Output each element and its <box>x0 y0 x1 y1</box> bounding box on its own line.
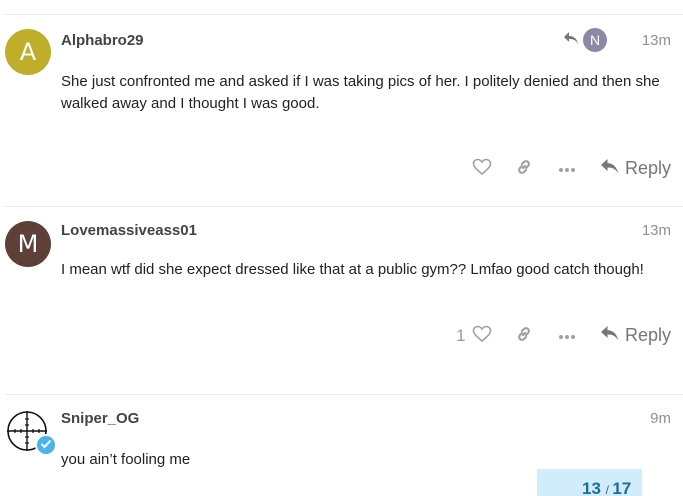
reply-icon <box>600 325 619 346</box>
post-body: I mean wtf did she expect dressed like t… <box>61 261 644 278</box>
more-button[interactable] <box>556 158 578 180</box>
avatar-letter: A <box>19 38 37 66</box>
post-divider <box>5 394 683 395</box>
post-time[interactable]: 13m <box>642 32 671 49</box>
checkmark-icon <box>40 436 52 454</box>
post-divider <box>5 14 683 15</box>
link-icon <box>515 158 533 181</box>
reply-label: Reply <box>624 325 671 345</box>
ellipsis-icon <box>558 160 576 178</box>
heart-icon <box>472 325 492 348</box>
reply-to-indicator[interactable]: N <box>563 28 607 52</box>
post-body: She just confronted me and asked if I wa… <box>61 73 660 112</box>
username[interactable]: Alphabro29 <box>61 32 144 49</box>
reply-icon <box>600 158 619 179</box>
more-button[interactable] <box>556 325 578 347</box>
avatar[interactable]: A <box>5 29 51 75</box>
progress-current: 13 <box>582 479 601 496</box>
reply-button[interactable]: Reply <box>600 325 671 346</box>
reply-arrow-icon <box>563 31 579 50</box>
ellipsis-icon <box>558 327 576 345</box>
progress-label: 13 / 17 <box>582 479 632 496</box>
progress-total: 17 <box>612 479 632 496</box>
copy-link-button[interactable] <box>513 158 535 180</box>
reply-button[interactable]: Reply <box>600 158 671 179</box>
post-time[interactable]: 13m <box>642 222 671 239</box>
verified-badge <box>35 434 57 456</box>
post-divider <box>5 206 683 207</box>
username[interactable]: Lovemassiveass01 <box>61 222 197 239</box>
heart-icon <box>472 158 492 181</box>
post-body: you ain’t fooling me <box>61 451 191 468</box>
like-count[interactable]: 1 <box>456 326 465 346</box>
avatar-letter: M <box>17 230 39 258</box>
username[interactable]: Sniper_OG <box>61 410 139 427</box>
post-time[interactable]: 9m <box>650 410 671 427</box>
link-icon <box>515 325 533 348</box>
progress-track-remaining <box>642 469 683 496</box>
like-button[interactable] <box>471 325 493 347</box>
reply-label: Reply <box>624 158 671 178</box>
avatar[interactable]: M <box>5 221 51 267</box>
reply-to-avatar: N <box>583 28 607 52</box>
like-button[interactable] <box>471 158 493 180</box>
copy-link-button[interactable] <box>513 325 535 347</box>
